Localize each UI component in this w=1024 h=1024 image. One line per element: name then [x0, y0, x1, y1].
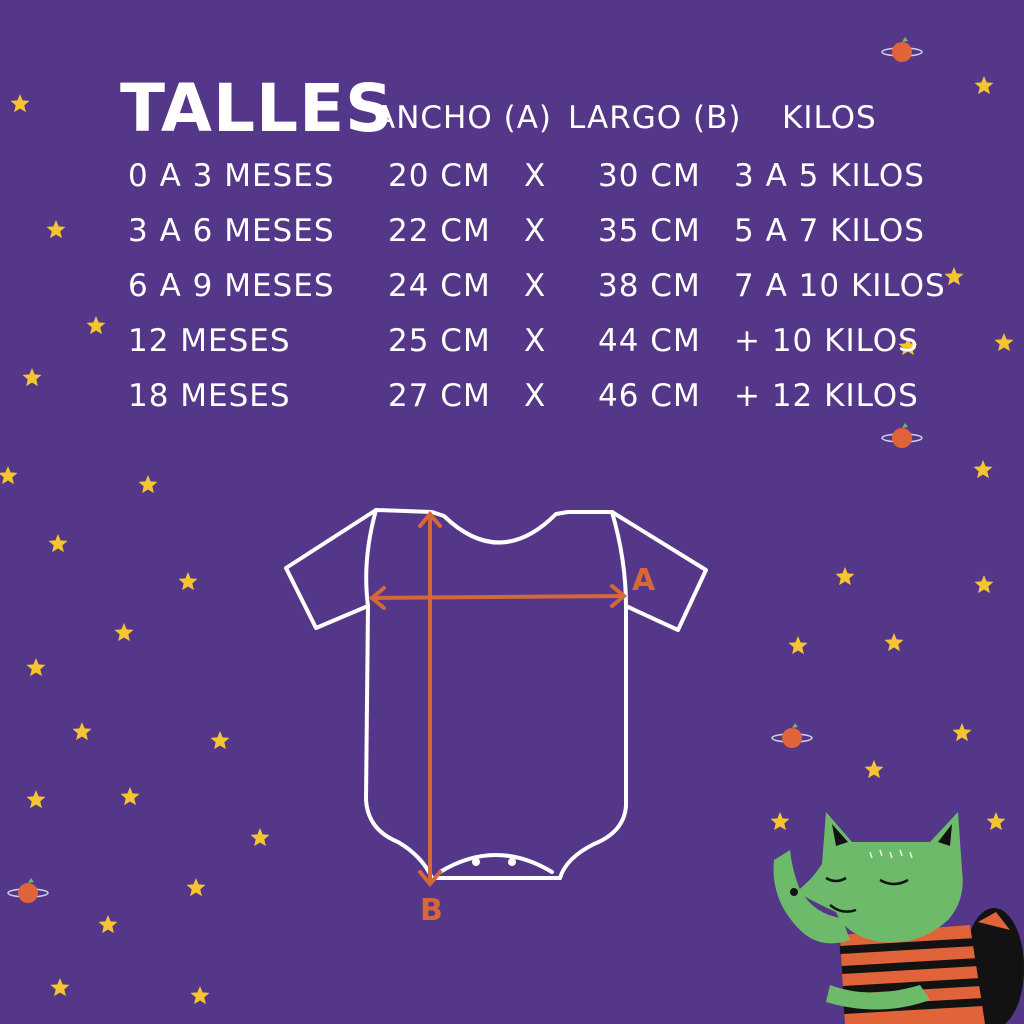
size-chart-poster: TALLES ANCHO (A) LARGO (B) KILOS 0 A 3 M… — [0, 0, 1024, 1024]
wolf-character-illustration — [773, 812, 1024, 1024]
